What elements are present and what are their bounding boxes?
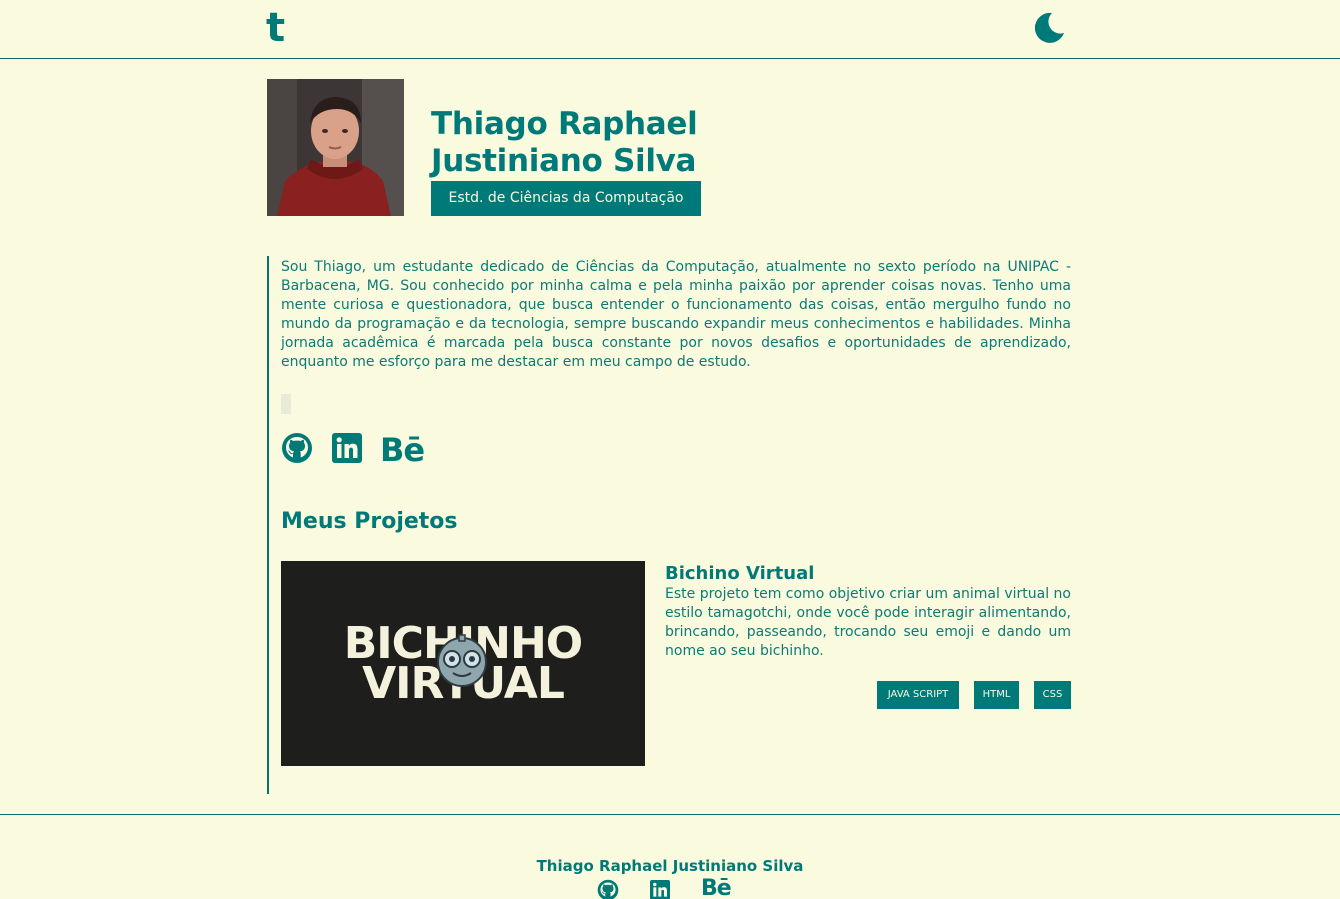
project-tags: JAVA SCRIPT HTML CSS — [665, 681, 1071, 709]
footer-behance-link[interactable]: Bē — [701, 877, 732, 899]
linkedin-icon — [650, 880, 670, 899]
profile-name: Thiago Raphael Justiniano Silva — [431, 106, 698, 179]
logo[interactable]: t — [266, 6, 285, 50]
footer-github-link[interactable] — [597, 879, 619, 899]
projects-section-title: Meus Projetos — [281, 509, 458, 534]
theme-toggle-button[interactable] — [1032, 11, 1066, 45]
project-title[interactable]: Bichino Virtual — [665, 563, 814, 585]
behance-link[interactable]: Bē — [380, 432, 425, 468]
main-content: Sou Thiago, um estudante dedicado de Ciê… — [267, 256, 1071, 794]
github-icon — [282, 433, 312, 463]
moon-icon — [1034, 12, 1064, 43]
linkedin-link[interactable] — [332, 433, 362, 467]
footer-name: Thiago Raphael Justiniano Silva — [536, 857, 804, 875]
tag-html[interactable]: HTML — [974, 681, 1019, 709]
tag-javascript[interactable]: JAVA SCRIPT — [877, 681, 959, 709]
tag-css[interactable]: CSS — [1034, 681, 1071, 709]
footer: Thiago Raphael Justiniano Silva Bē — [0, 814, 1340, 899]
profile-photo — [267, 79, 404, 216]
header: t — [0, 0, 1340, 59]
github-link[interactable] — [281, 432, 313, 468]
text-cursor — [281, 394, 291, 414]
bichinho-virtual-logo: BICHINHO VIRTUAL — [281, 561, 645, 766]
github-icon — [597, 879, 619, 899]
linkedin-icon — [332, 433, 362, 463]
project-image[interactable]: BICHINHO VIRTUAL — [281, 561, 645, 766]
footer-linkedin-link[interactable] — [650, 880, 670, 899]
bio-text: Sou Thiago, um estudante dedicado de Ciê… — [281, 259, 1071, 370]
project-description: Este projeto tem como objetivo criar um … — [665, 586, 1071, 659]
role-badge: Estd. de Ciências da Computação — [431, 181, 701, 216]
avatar — [267, 79, 404, 216]
